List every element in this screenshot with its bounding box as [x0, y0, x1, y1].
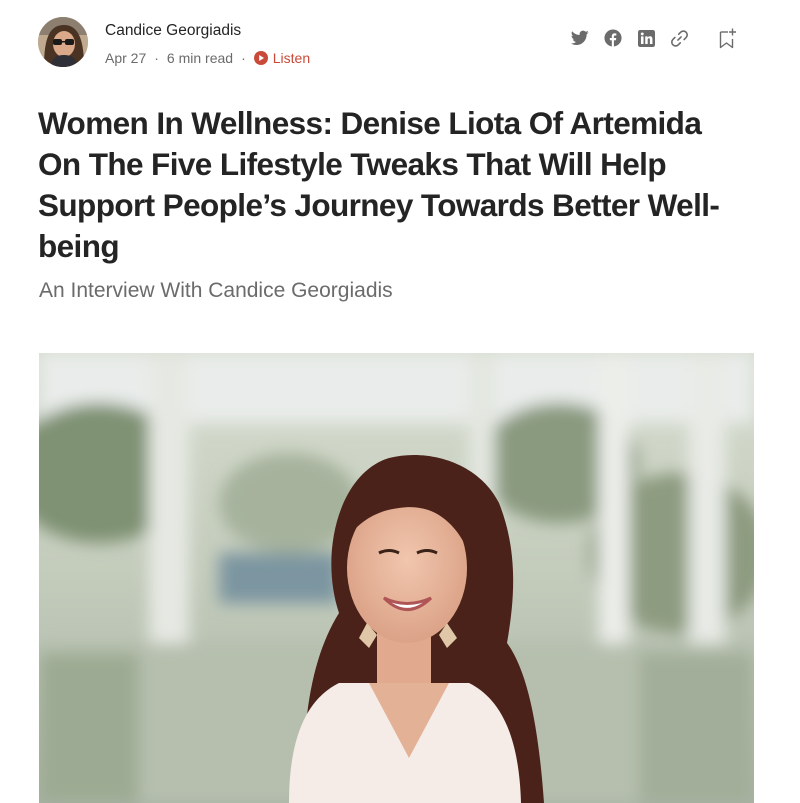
hero-image: [39, 353, 754, 803]
article-subtitle: An Interview With Candice Georgiadis: [39, 279, 393, 302]
meta-separator: ·: [241, 50, 246, 66]
play-icon: [253, 51, 268, 65]
listen-label: Listen: [272, 50, 311, 66]
linkedin-icon[interactable]: [635, 27, 657, 49]
article-header: Candice Georgiadis Apr 27 · 6 min read ·…: [38, 17, 738, 69]
read-time: 6 min read: [166, 50, 234, 66]
listen-button[interactable]: Listen: [253, 50, 311, 66]
link-icon[interactable]: [668, 27, 690, 49]
facebook-icon[interactable]: [602, 27, 624, 49]
share-toolbar: [558, 27, 738, 49]
meta-separator: ·: [154, 50, 159, 66]
article-title: Women In Wellness: Denise Liota Of Artem…: [38, 105, 720, 264]
author-name[interactable]: Candice Georgiadis: [105, 22, 241, 40]
twitter-icon[interactable]: [569, 27, 591, 49]
author-avatar[interactable]: [38, 17, 88, 67]
article-meta: Apr 27 · 6 min read · Listen: [105, 50, 310, 66]
publish-date: Apr 27: [105, 50, 147, 66]
bookmark-add-icon[interactable]: [716, 27, 738, 49]
